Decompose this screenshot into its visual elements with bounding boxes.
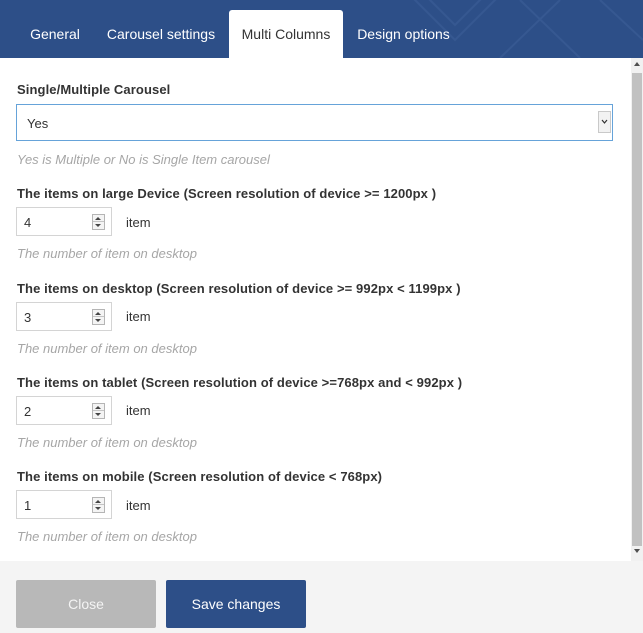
large-device-value: 4 — [24, 215, 32, 230]
large-device-label: The items on large Device (Screen resolu… — [17, 186, 437, 201]
close-button[interactable]: Close — [16, 580, 156, 628]
mobile-help: The number of item on desktop — [17, 529, 197, 544]
tablet-label: The items on tablet (Screen resolution o… — [17, 375, 463, 390]
save-changes-button[interactable]: Save changes — [166, 580, 306, 628]
mobile-value: 1 — [24, 498, 32, 513]
desktop-label: The items on desktop (Screen resolution … — [17, 281, 461, 296]
tablet-input[interactable]: 2 — [16, 396, 112, 425]
carousel-type-label: Single/Multiple Carousel — [17, 82, 171, 97]
tab-bar: General Carousel settings Multi Columns … — [0, 0, 643, 58]
tab-carousel-settings[interactable]: Carousel settings — [96, 10, 226, 58]
tab-general[interactable]: General — [16, 10, 94, 58]
tablet-unit: item — [126, 403, 151, 418]
tablet-value: 2 — [24, 404, 32, 419]
tablet-help: The number of item on desktop — [17, 435, 197, 450]
modal-footer: Close Save changes — [0, 561, 643, 633]
desktop-input[interactable]: 3 — [16, 302, 112, 331]
carousel-type-select[interactable]: Yes — [16, 104, 613, 141]
carousel-type-value: Yes — [27, 116, 49, 131]
scrollbar-thumb[interactable] — [632, 73, 642, 546]
large-device-input[interactable]: 4 — [16, 207, 112, 236]
stepper-icon[interactable] — [92, 497, 105, 513]
tab-multi-columns[interactable]: Multi Columns — [229, 10, 343, 58]
carousel-type-help: Yes is Multiple or No is Single Item car… — [17, 152, 270, 167]
save-changes-label: Save changes — [191, 596, 281, 612]
tab-carousel-settings-label: Carousel settings — [106, 26, 216, 42]
tab-multi-columns-label: Multi Columns — [241, 26, 331, 42]
desktop-value: 3 — [24, 310, 32, 325]
desktop-unit: item — [126, 309, 151, 324]
scrollbar[interactable] — [631, 58, 643, 561]
large-device-unit: item — [126, 215, 151, 230]
close-button-label: Close — [68, 596, 104, 612]
chevron-down-icon[interactable] — [598, 111, 611, 133]
scroll-down-icon[interactable] — [634, 548, 640, 558]
mobile-label: The items on mobile (Screen resolution o… — [17, 469, 383, 484]
mobile-unit: item — [126, 498, 151, 513]
stepper-icon[interactable] — [92, 214, 105, 230]
tab-design-options-label: Design options — [357, 26, 450, 42]
scroll-up-icon[interactable] — [634, 61, 640, 71]
stepper-icon[interactable] — [92, 309, 105, 325]
settings-panel: Single/Multiple Carousel Yes Yes is Mult… — [0, 58, 631, 561]
tab-general-label: General — [30, 26, 80, 42]
tab-design-options[interactable]: Design options — [345, 10, 462, 58]
large-device-help: The number of item on desktop — [17, 246, 197, 261]
mobile-input[interactable]: 1 — [16, 490, 112, 519]
stepper-icon[interactable] — [92, 403, 105, 419]
desktop-help: The number of item on desktop — [17, 341, 197, 356]
